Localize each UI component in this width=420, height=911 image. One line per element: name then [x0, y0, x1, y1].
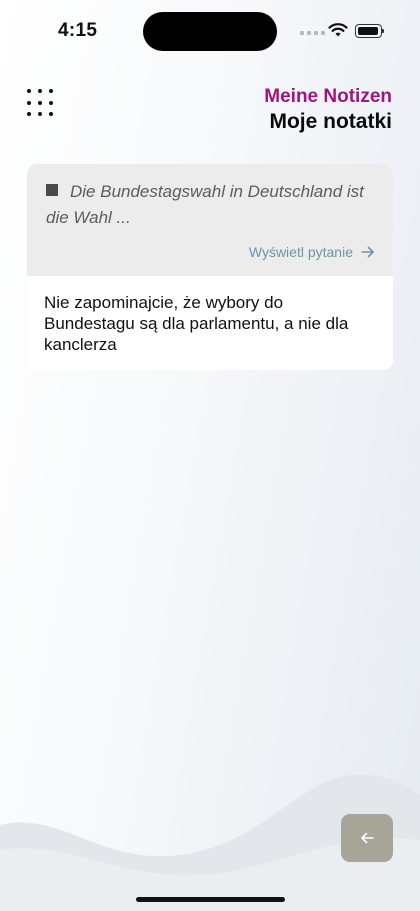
note-question-panel: Die Bundestagswahl in Deutschland ist di…	[27, 164, 393, 276]
dynamic-island	[143, 12, 277, 51]
home-indicator[interactable]	[136, 897, 285, 902]
wifi-icon	[328, 23, 348, 37]
page-title-de: Meine Notizen	[264, 86, 392, 107]
view-question-label: Wyświetl pytanie	[248, 244, 353, 260]
page-title-pl: Moje notatki	[269, 110, 392, 133]
note-question-text: Die Bundestagswahl in Deutschland ist di…	[46, 182, 364, 227]
back-button[interactable]	[341, 814, 393, 862]
arrow-right-icon	[361, 246, 374, 258]
view-question-link[interactable]: Wyświetl pytanie	[249, 244, 375, 260]
status-bar: 4:15	[0, 0, 420, 60]
cellular-signal-icon	[300, 31, 325, 35]
battery-icon	[355, 24, 384, 38]
note-card: Die Bundestagswahl in Deutschland ist di…	[27, 164, 393, 370]
arrow-left-icon	[361, 832, 374, 844]
status-time: 4:15	[58, 20, 98, 41]
note-body-text: Nie zapominajcie, że wybory do Bundestag…	[44, 293, 349, 354]
menu-grid-icon[interactable]	[27, 89, 55, 117]
